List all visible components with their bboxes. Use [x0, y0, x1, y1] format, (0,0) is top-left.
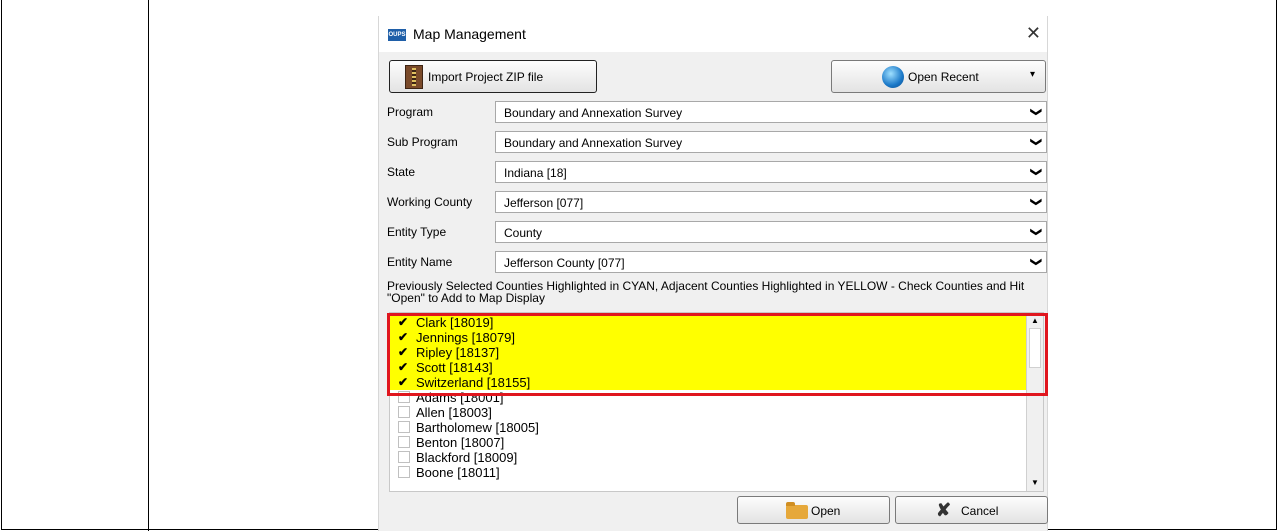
county-label: Boone [18011] — [416, 465, 500, 480]
sub-program-select[interactable]: Boundary and Annexation Survey ❯ — [495, 131, 1047, 153]
scroll-down-icon[interactable]: ▼ — [1027, 476, 1043, 490]
entity-name-value: Jefferson County [077] — [504, 256, 625, 270]
checkmark-icon: ✔ — [398, 345, 409, 359]
entity-type-select[interactable]: County ❯ — [495, 221, 1047, 243]
county-list-item[interactable]: ✔ Scott [18143] — [390, 360, 1026, 375]
county-list-item[interactable]: Benton [18007] — [390, 435, 1026, 450]
open-label: Open — [811, 504, 841, 518]
table-divider — [148, 0, 149, 531]
cancel-label: Cancel — [961, 504, 999, 518]
state-select[interactable]: Indiana [18] ❯ — [495, 161, 1047, 183]
cancel-button[interactable]: ✘ Cancel — [895, 496, 1048, 524]
county-label: Jennings [18079] — [416, 330, 516, 345]
working-county-value: Jefferson [077] — [504, 196, 584, 210]
working-county-label: Working County — [387, 195, 473, 209]
program-select[interactable]: Boundary and Annexation Survey ❯ — [495, 101, 1047, 123]
import-zip-label: Import Project ZIP file — [428, 70, 544, 84]
open-recent-button[interactable]: Open Recent ▾ — [831, 60, 1046, 93]
county-label: Bartholomew [18005] — [416, 420, 539, 435]
county-list-item[interactable]: ✔ Jennings [18079] — [390, 330, 1026, 345]
chevron-down-icon[interactable]: ❯ — [1026, 222, 1046, 242]
county-list-item[interactable]: Allen [18003] — [390, 405, 1026, 420]
county-items: ✔ Clark [18019] ✔ Jennings [18079] ✔ Ripley [… — [390, 315, 1026, 480]
app-logo-icon: OUPS — [388, 29, 406, 41]
working-county-select[interactable]: Jefferson [077] ❯ — [495, 191, 1047, 213]
state-label: State — [387, 165, 416, 179]
county-checkbox[interactable] — [398, 406, 410, 418]
globe-icon — [882, 66, 904, 88]
entity-type-value: County — [504, 226, 543, 240]
county-checkbox[interactable] — [398, 421, 410, 433]
chevron-down-icon[interactable]: ❯ — [1026, 252, 1046, 272]
zip-file-icon — [405, 65, 423, 89]
county-label: Benton [18007] — [416, 435, 505, 450]
instructions-text: Previously Selected Counties Highlighted… — [387, 279, 1025, 305]
sub-program-value: Boundary and Annexation Survey — [504, 136, 683, 150]
chevron-down-icon[interactable]: ▾ — [1030, 69, 1035, 80]
checkmark-icon: ✔ — [398, 360, 409, 374]
county-label: Allen [18003] — [416, 405, 492, 420]
close-icon[interactable]: ✕ — [1026, 23, 1041, 44]
list-scrollbar[interactable]: ▲ ▼ — [1026, 313, 1043, 491]
map-management-dialog: OUPS Map Management ✕ Import Project ZIP… — [378, 16, 1048, 531]
county-list-item[interactable]: ✔ Clark [18019] — [390, 315, 1026, 330]
county-list-item[interactable]: Blackford [18009] — [390, 450, 1026, 465]
county-list-item[interactable]: Adams [18001] — [390, 390, 1026, 405]
county-checkbox[interactable] — [398, 466, 410, 478]
program-value: Boundary and Annexation Survey — [504, 106, 683, 120]
county-list-item[interactable]: Boone [18011] — [390, 465, 1026, 480]
entity-type-label: Entity Type — [387, 225, 447, 239]
county-list-item[interactable]: Bartholomew [18005] — [390, 420, 1026, 435]
entity-name-label: Entity Name — [387, 255, 453, 269]
county-list[interactable]: ✔ Clark [18019] ✔ Jennings [18079] ✔ Ripley [… — [389, 312, 1044, 492]
county-checkbox[interactable] — [398, 451, 410, 463]
state-value: Indiana [18] — [504, 166, 567, 180]
county-list-item[interactable]: ✔ Ripley [18137] — [390, 345, 1026, 360]
import-zip-button[interactable]: Import Project ZIP file — [389, 60, 597, 93]
open-recent-label: Open Recent — [908, 70, 979, 84]
county-label: Clark [18019] — [416, 315, 494, 330]
scroll-up-icon[interactable]: ▲ — [1027, 314, 1043, 328]
county-checkbox[interactable] — [398, 436, 410, 448]
open-button[interactable]: Open — [737, 496, 890, 524]
checkmark-icon: ✔ — [398, 330, 409, 344]
entity-name-select[interactable]: Jefferson County [077] ❯ — [495, 251, 1047, 273]
chevron-down-icon[interactable]: ❯ — [1026, 162, 1046, 182]
close-icon: ✘ — [936, 500, 952, 520]
county-label: Adams [18001] — [416, 390, 504, 405]
chevron-down-icon[interactable]: ❯ — [1026, 102, 1046, 122]
county-checkbox[interactable] — [398, 391, 410, 403]
county-label: Blackford [18009] — [416, 450, 518, 465]
county-label: Ripley [18137] — [416, 345, 500, 360]
county-list-item[interactable]: ✔ Switzerland [18155] — [390, 375, 1026, 390]
scroll-thumb[interactable] — [1029, 328, 1041, 368]
title-bar: OUPS Map Management ✕ — [379, 16, 1047, 52]
chevron-down-icon[interactable]: ❯ — [1026, 132, 1046, 152]
county-label: Scott [18143] — [416, 360, 493, 375]
program-label: Program — [387, 105, 434, 119]
chevron-down-icon[interactable]: ❯ — [1026, 192, 1046, 212]
checkmark-icon: ✔ — [398, 375, 409, 389]
sub-program-label: Sub Program — [387, 135, 458, 149]
county-label: Switzerland [18155] — [416, 375, 531, 390]
folder-icon — [786, 502, 808, 519]
dialog-title: Map Management — [413, 26, 526, 42]
checkmark-icon: ✔ — [398, 315, 409, 329]
